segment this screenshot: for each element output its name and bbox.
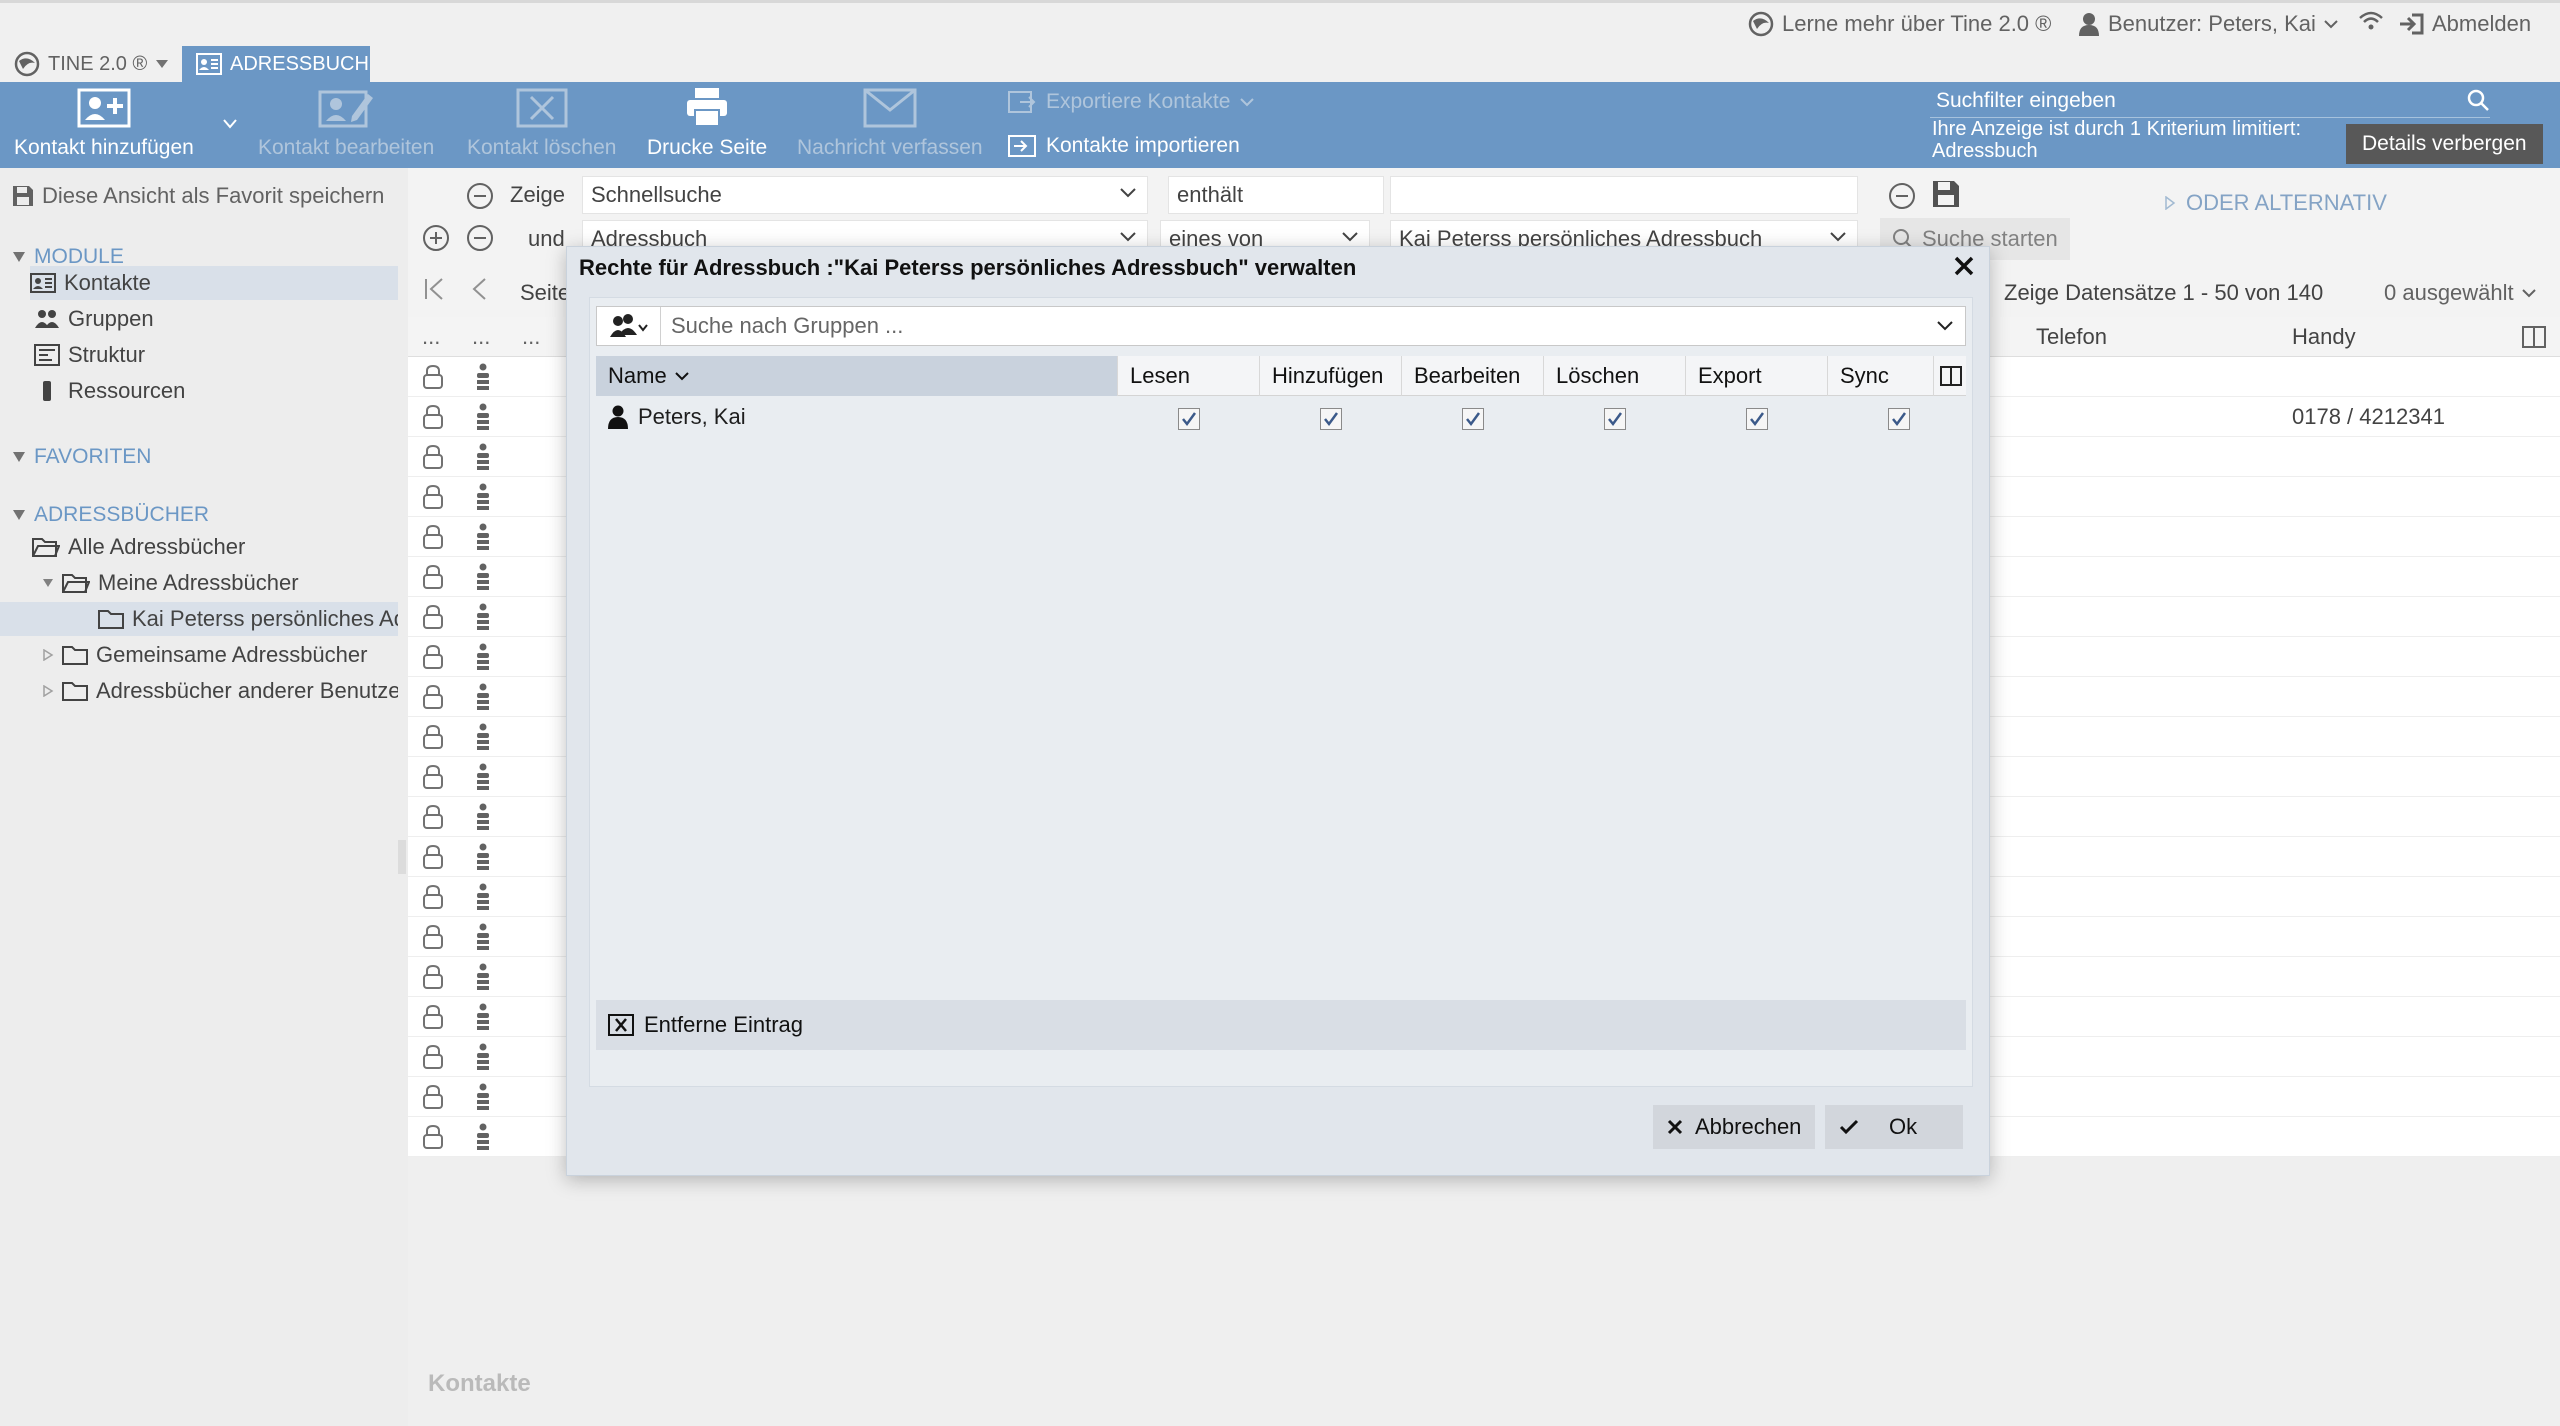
column-header-add[interactable]: Hinzufügen (1260, 356, 1402, 396)
group-search-combobox[interactable]: Suche nach Gruppen ... (596, 306, 1966, 346)
check-icon (1839, 1119, 1859, 1135)
permissions-table-header: Name Lesen Hinzufügen Bearbeiten Löschen… (596, 356, 1966, 396)
column-header-delete[interactable]: Löschen (1544, 356, 1686, 396)
close-icon (1667, 1119, 1683, 1135)
cancel-button[interactable]: Abbrechen (1653, 1105, 1816, 1149)
chevron-down-icon (674, 371, 689, 381)
delete-checkbox[interactable] (1604, 408, 1626, 430)
column-header-edit[interactable]: Bearbeiten (1402, 356, 1544, 396)
remove-icon (608, 1014, 634, 1036)
close-icon[interactable] (1953, 255, 1975, 277)
export-checkbox[interactable] (1746, 408, 1768, 430)
permission-row[interactable]: Peters, Kai (596, 396, 1966, 436)
dialog-title: Rechte für Adressbuch :"Kai Peterss pers… (579, 255, 1357, 280)
column-chooser-icon[interactable] (1934, 356, 1966, 396)
ok-button[interactable]: Ok (1825, 1105, 1963, 1149)
group-search-input[interactable]: Suche nach Gruppen ... (661, 313, 1925, 339)
column-header-name[interactable]: Name (596, 356, 1118, 396)
permissions-table: Name Lesen Hinzufügen Bearbeiten Löschen… (596, 356, 1966, 996)
read-checkbox[interactable] (1178, 408, 1200, 430)
user-icon (608, 405, 628, 429)
permission-row-name: Peters, Kai (608, 404, 746, 430)
chevron-down-icon[interactable] (1925, 320, 1965, 332)
sync-checkbox[interactable] (1888, 408, 1910, 430)
group-type-selector[interactable] (597, 307, 661, 345)
edit-checkbox[interactable] (1462, 408, 1484, 430)
column-header-export[interactable]: Export (1686, 356, 1828, 396)
column-header-sync[interactable]: Sync (1828, 356, 1934, 396)
add-checkbox[interactable] (1320, 408, 1342, 430)
rights-dialog: Rechte für Adressbuch :"Kai Peterss pers… (566, 246, 1990, 1176)
users-icon (609, 313, 649, 339)
remove-entry-button[interactable]: Entferne Eintrag (596, 1000, 1966, 1050)
column-header-read[interactable]: Lesen (1118, 356, 1260, 396)
dialog-body: Suche nach Gruppen ... Name Lesen Hinzuf… (589, 297, 1973, 1087)
